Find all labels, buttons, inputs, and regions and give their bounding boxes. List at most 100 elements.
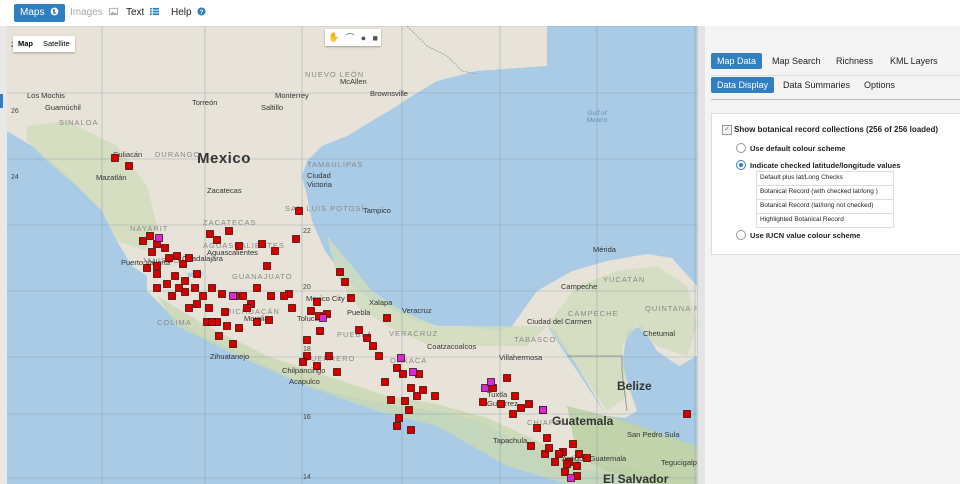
record-marker[interactable] [545,444,553,452]
record-marker[interactable] [175,284,183,292]
polyline-icon[interactable]: ⌒ [346,31,355,44]
record-marker[interactable] [567,474,575,482]
maps-tab-button[interactable]: Maps [14,4,66,22]
record-marker[interactable] [148,248,156,256]
record-marker[interactable] [419,386,427,394]
record-marker[interactable] [215,332,223,340]
record-marker[interactable] [551,458,559,466]
record-marker[interactable] [401,397,409,405]
record-marker[interactable] [292,235,300,243]
left-collapse-strip[interactable] [0,26,7,484]
record-marker[interactable] [181,277,189,285]
record-marker[interactable] [511,392,519,400]
record-marker[interactable] [161,244,169,252]
record-marker[interactable] [375,352,383,360]
rectangle-icon[interactable]: ■ [372,33,377,43]
record-marker[interactable] [153,284,161,292]
record-marker[interactable] [199,292,207,300]
record-marker[interactable] [265,316,273,324]
record-marker[interactable] [193,270,201,278]
record-marker[interactable] [208,318,216,326]
record-marker[interactable] [431,392,439,400]
record-marker[interactable] [153,262,161,270]
record-marker[interactable] [299,358,307,366]
map-type-satellite-button[interactable]: Satellite [38,36,75,52]
subtab-options[interactable]: Options [858,77,901,93]
record-marker[interactable] [235,324,243,332]
record-marker[interactable] [205,304,213,312]
record-marker[interactable] [527,442,535,450]
subtab-data-display[interactable]: Data Display [711,77,775,93]
record-marker[interactable] [253,318,261,326]
record-marker[interactable] [525,400,533,408]
record-marker[interactable] [165,254,173,262]
record-marker[interactable] [316,327,324,335]
record-marker[interactable] [563,460,571,468]
record-marker[interactable] [125,162,133,170]
tab-kml-layers[interactable]: KML Layers [884,53,944,69]
record-marker[interactable] [397,354,405,362]
record-marker[interactable] [111,154,119,162]
record-marker[interactable] [543,434,551,442]
record-marker[interactable] [383,314,391,322]
record-marker[interactable] [191,284,199,292]
record-marker[interactable] [325,352,333,360]
subtab-data-summaries[interactable]: Data Summaries [777,77,856,93]
record-marker[interactable] [573,462,581,470]
record-marker[interactable] [280,292,288,300]
record-marker[interactable] [307,307,315,315]
default-colour-radio[interactable] [736,143,746,153]
record-marker[interactable] [393,422,401,430]
checked-latlong-radio[interactable] [736,160,746,170]
record-marker[interactable] [171,272,179,280]
tab-map-data[interactable]: Map Data [711,53,763,69]
record-marker[interactable] [503,374,511,382]
record-marker[interactable] [555,450,563,458]
record-marker[interactable] [387,396,395,404]
record-marker[interactable] [193,300,201,308]
record-marker[interactable] [258,240,266,248]
record-marker[interactable] [313,298,321,306]
record-marker[interactable] [407,426,415,434]
hand-icon[interactable]: ✋ [328,32,339,43]
record-marker[interactable] [347,294,355,302]
record-marker[interactable] [313,362,321,370]
record-marker[interactable] [295,207,303,215]
record-marker[interactable] [143,264,151,272]
record-marker[interactable] [139,237,147,245]
record-marker[interactable] [146,232,154,240]
record-marker[interactable] [208,284,216,292]
record-marker[interactable] [185,304,193,312]
record-marker[interactable] [185,254,193,262]
record-marker[interactable] [271,247,279,255]
circle-icon[interactable]: ● [361,33,366,43]
record-marker[interactable] [497,400,505,408]
map-canvas[interactable]: Mexico Belize Guatemala El Salvador Gulf… [7,26,697,484]
record-marker[interactable] [683,410,691,418]
record-marker[interactable] [517,404,525,412]
record-marker[interactable] [369,342,377,350]
tab-richness[interactable]: Richness [830,53,879,69]
record-marker[interactable] [288,304,296,312]
record-marker[interactable] [409,368,417,376]
record-marker[interactable] [163,280,171,288]
record-marker[interactable] [583,454,591,462]
record-marker[interactable] [333,368,341,376]
record-marker[interactable] [381,378,389,386]
images-tab-button[interactable]: Images [64,4,124,22]
record-marker[interactable] [206,230,214,238]
record-marker[interactable] [303,336,311,344]
record-marker[interactable] [509,410,517,418]
record-marker[interactable] [235,242,243,250]
map-type-map-button[interactable]: Map [13,36,38,52]
record-marker[interactable] [319,314,327,322]
record-marker[interactable] [575,450,583,458]
record-marker[interactable] [239,292,247,300]
record-marker[interactable] [253,284,261,292]
record-marker[interactable] [533,424,541,432]
record-marker[interactable] [243,304,251,312]
record-marker[interactable] [168,292,176,300]
record-marker[interactable] [218,290,226,298]
show-collections-checkbox[interactable]: ✓ [722,125,732,135]
record-marker[interactable] [221,308,229,316]
